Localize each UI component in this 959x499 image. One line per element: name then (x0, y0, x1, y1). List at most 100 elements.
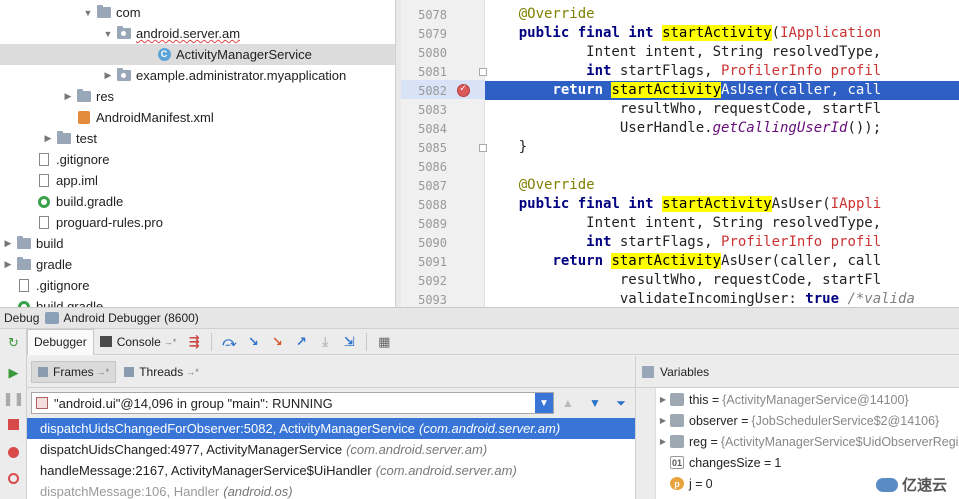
debug-config-name[interactable]: Android Debugger (8600) (63, 311, 198, 325)
line-number: 5089 (418, 217, 447, 231)
view-breakpoints-icon[interactable] (6, 445, 21, 460)
code-line[interactable]: public final int startActivity(IApplicat… (485, 24, 959, 43)
chevron-right-icon[interactable]: ▶ (102, 70, 114, 81)
watermark-text: 亿速云 (901, 477, 947, 494)
chevron-right-icon[interactable]: ▶ (656, 416, 670, 425)
package-icon (116, 68, 132, 83)
run-to-cursor-icon[interactable]: ⇲ (340, 333, 358, 351)
thread-select-value: "android.ui"@14,096 in group "main": RUN… (54, 395, 333, 411)
arrow-down-icon[interactable]: ▼ (587, 395, 603, 411)
frames-header: Frames →* Threads →* (27, 356, 635, 388)
tree-item[interactable]: build.gradle (0, 191, 395, 212)
tab-threads[interactable]: Threads →* (118, 361, 205, 383)
chevron-down-icon[interactable]: ▼ (535, 393, 553, 413)
project-tree: ▼ com ▼ android.server.am C ActivityManagerSe… (0, 0, 395, 307)
variable-value: 0 (705, 476, 713, 491)
variable-row[interactable]: 01 changesSize = 1 (656, 452, 959, 473)
code-line[interactable]: UserHandle.getCallingUserId()); (485, 119, 959, 138)
variable-row[interactable]: ▶ this = {ActivityManagerService@14100} (656, 389, 959, 410)
tree-item-label: build.gradle (56, 194, 124, 209)
frame-row[interactable]: dispatchMessage:106, Handler (android.os) (27, 481, 635, 499)
variable-name: this = (689, 392, 720, 407)
tree-item[interactable]: build.gradle (0, 296, 395, 307)
variable-row[interactable]: ▶ reg = {ActivityManagerService$UidObserve… (656, 431, 959, 452)
frame-row[interactable]: dispatchUidsChangedForObserver:5082, Act… (27, 418, 635, 439)
code-line[interactable]: resultWho, requestCode, startFl (485, 271, 959, 290)
tree-item[interactable]: ▶ example.administrator.myapplication (0, 65, 395, 86)
tree-item[interactable]: ▼ com (0, 2, 395, 23)
breakpoint-icon[interactable] (457, 83, 470, 97)
tree-item[interactable]: ▶ res (0, 86, 395, 107)
code-line[interactable]: } (485, 138, 959, 157)
show-execution-point-icon[interactable]: ⇶ (185, 333, 203, 351)
pause-icon[interactable]: ❚❚ (3, 391, 25, 406)
thread-select[interactable]: "android.ui"@14,096 in group "main": RUN… (31, 392, 554, 414)
filter-icon[interactable]: ⏷ (613, 395, 629, 411)
file-icon (36, 216, 52, 230)
frame-package: (com.android.server.am) (375, 463, 517, 478)
tree-item[interactable]: ▶ build (0, 233, 395, 254)
code-line-current[interactable]: return startActivityAsUser(caller, call (485, 81, 959, 100)
force-step-into-icon[interactable]: ↘ (268, 333, 286, 351)
step-out-icon[interactable]: ↗ (292, 333, 310, 351)
step-into-icon[interactable]: ↘ (244, 333, 262, 351)
folder-icon (16, 236, 32, 251)
code-line[interactable]: int startFlags, ProfilerInfo profil (485, 233, 959, 252)
code-line[interactable]: Intent intent, String resolvedType, (485, 43, 959, 62)
tab-console[interactable]: Console →* (94, 329, 183, 355)
tree-item[interactable]: .gitignore (0, 275, 395, 296)
chevron-right-icon[interactable]: ▶ (2, 238, 14, 249)
mute-breakpoints-icon[interactable] (6, 471, 21, 486)
step-over-icon[interactable]: ⤼ (220, 333, 238, 351)
code-line[interactable]: int startFlags, ProfilerInfo profil (485, 62, 959, 81)
editor-gutter[interactable]: 5078 5079 5080 5081 5082 5083 5084 5085 5086 5087… (401, 0, 485, 307)
stop-icon[interactable] (6, 417, 21, 432)
field-icon (670, 414, 684, 427)
line-number: 5093 (418, 293, 447, 307)
frame-package: (android.os) (223, 484, 293, 499)
code-editor[interactable]: 5078 5079 5080 5081 5082 5083 5084 5085 5086 5087… (401, 0, 959, 307)
fold-icon[interactable] (479, 144, 487, 152)
class-icon: C (156, 48, 172, 62)
tree-item[interactable]: ▶ test (0, 128, 395, 149)
xml-icon (76, 111, 92, 125)
chevron-right-icon[interactable]: ▶ (42, 133, 54, 144)
tab-frames[interactable]: Frames →* (31, 360, 117, 383)
line-number: 5084 (418, 122, 447, 136)
code-line[interactable]: validateIncomingUser: true /*valida (485, 290, 959, 307)
fold-icon[interactable] (479, 68, 487, 76)
code-line[interactable]: @Override (485, 176, 959, 195)
chevron-right-icon[interactable]: ▶ (656, 395, 670, 404)
chevron-down-icon[interactable]: ▼ (82, 8, 94, 18)
arrow-up-icon[interactable]: ▲ (560, 395, 576, 411)
drop-frame-icon[interactable]: ⤓ (316, 333, 334, 351)
chevron-right-icon[interactable]: ▶ (2, 259, 14, 270)
evaluate-expression-icon[interactable]: ▦ (375, 333, 393, 351)
tree-item-label: android.server.am (136, 26, 241, 41)
tree-item[interactable]: proguard-rules.pro (0, 212, 395, 233)
chevron-right-icon[interactable]: ▶ (62, 91, 74, 102)
code-line[interactable] (485, 157, 959, 176)
variables-header: Variables (636, 356, 959, 388)
tree-item[interactable]: ▼ android.server.am (0, 23, 395, 44)
frame-row[interactable]: handleMessage:2167, ActivityManagerServi… (27, 460, 635, 481)
tree-item[interactable]: app.iml (0, 170, 395, 191)
tree-item[interactable]: .gitignore (0, 149, 395, 170)
field-icon (670, 435, 684, 448)
tree-item[interactable]: C ActivityManagerService (0, 44, 395, 65)
code-line[interactable]: @Override (485, 5, 959, 24)
rerun-icon[interactable]: ↻ (6, 335, 21, 350)
resume-icon[interactable]: ▶ (6, 365, 21, 380)
chevron-down-icon[interactable]: ▼ (102, 29, 114, 39)
tab-debugger-label: Debugger (34, 335, 87, 349)
frame-row[interactable]: dispatchUidsChanged:4977, ActivityManage… (27, 439, 635, 460)
chevron-right-icon[interactable]: ▶ (656, 437, 670, 446)
code-line[interactable]: public final int startActivityAsUser(IAp… (485, 195, 959, 214)
code-line[interactable]: resultWho, requestCode, startFl (485, 100, 959, 119)
tree-item[interactable]: ▶ gradle (0, 254, 395, 275)
variable-row[interactable]: ▶ observer = {JobSchedulerService$2@14106} (656, 410, 959, 431)
tab-debugger[interactable]: Debugger (27, 328, 94, 355)
tree-item[interactable]: AndroidManifest.xml (0, 107, 395, 128)
code-line[interactable]: return startActivityAsUser(caller, call (485, 252, 959, 271)
code-line[interactable]: Intent intent, String resolvedType, (485, 214, 959, 233)
